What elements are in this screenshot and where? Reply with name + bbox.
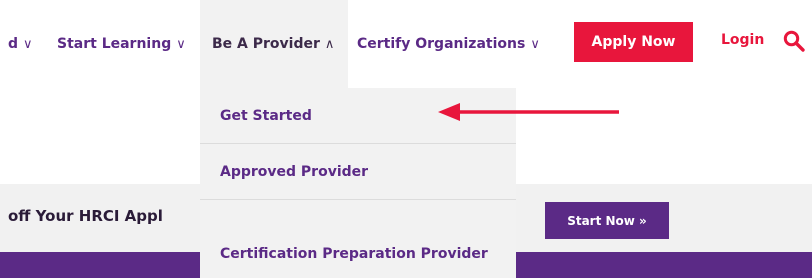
chevron-down-icon: ∨ xyxy=(176,36,186,52)
dropdown-item-approved-provider[interactable]: Approved Provider xyxy=(200,144,516,199)
nav-item-be-a-provider[interactable]: Be A Provider ∧ xyxy=(200,0,348,88)
dropdown-divider xyxy=(200,199,516,200)
chevron-down-icon: ∨ xyxy=(23,36,33,52)
nav-item-label: Certify Organizations xyxy=(357,36,526,52)
start-now-button[interactable]: Start Now » xyxy=(545,202,669,239)
nav-item-start-learning[interactable]: Start Learning ∨ xyxy=(57,0,186,88)
nav-item-truncated[interactable]: d ∨ xyxy=(8,0,33,88)
top-navigation: d ∨ Start Learning ∨ Be A Provider ∧ Cer… xyxy=(0,0,812,88)
nav-item-label: Start Learning xyxy=(57,36,172,52)
annotation-arrow-icon xyxy=(438,103,619,121)
nav-item-certify-organizations[interactable]: Certify Organizations ∨ xyxy=(357,0,540,88)
apply-now-button[interactable]: Apply Now xyxy=(574,22,693,62)
search-icon[interactable] xyxy=(782,29,806,53)
nav-item-label: d xyxy=(8,36,19,52)
chevron-down-icon: ∨ xyxy=(530,36,540,52)
dropdown-item-certification-preparation-provider[interactable]: Certification Preparation Provider xyxy=(200,226,516,278)
chevron-up-icon: ∧ xyxy=(324,36,335,52)
banner-text: off Your HRCI Appl xyxy=(8,207,163,225)
login-link[interactable]: Login xyxy=(721,32,764,48)
nav-item-label: Be A Provider xyxy=(212,36,320,52)
